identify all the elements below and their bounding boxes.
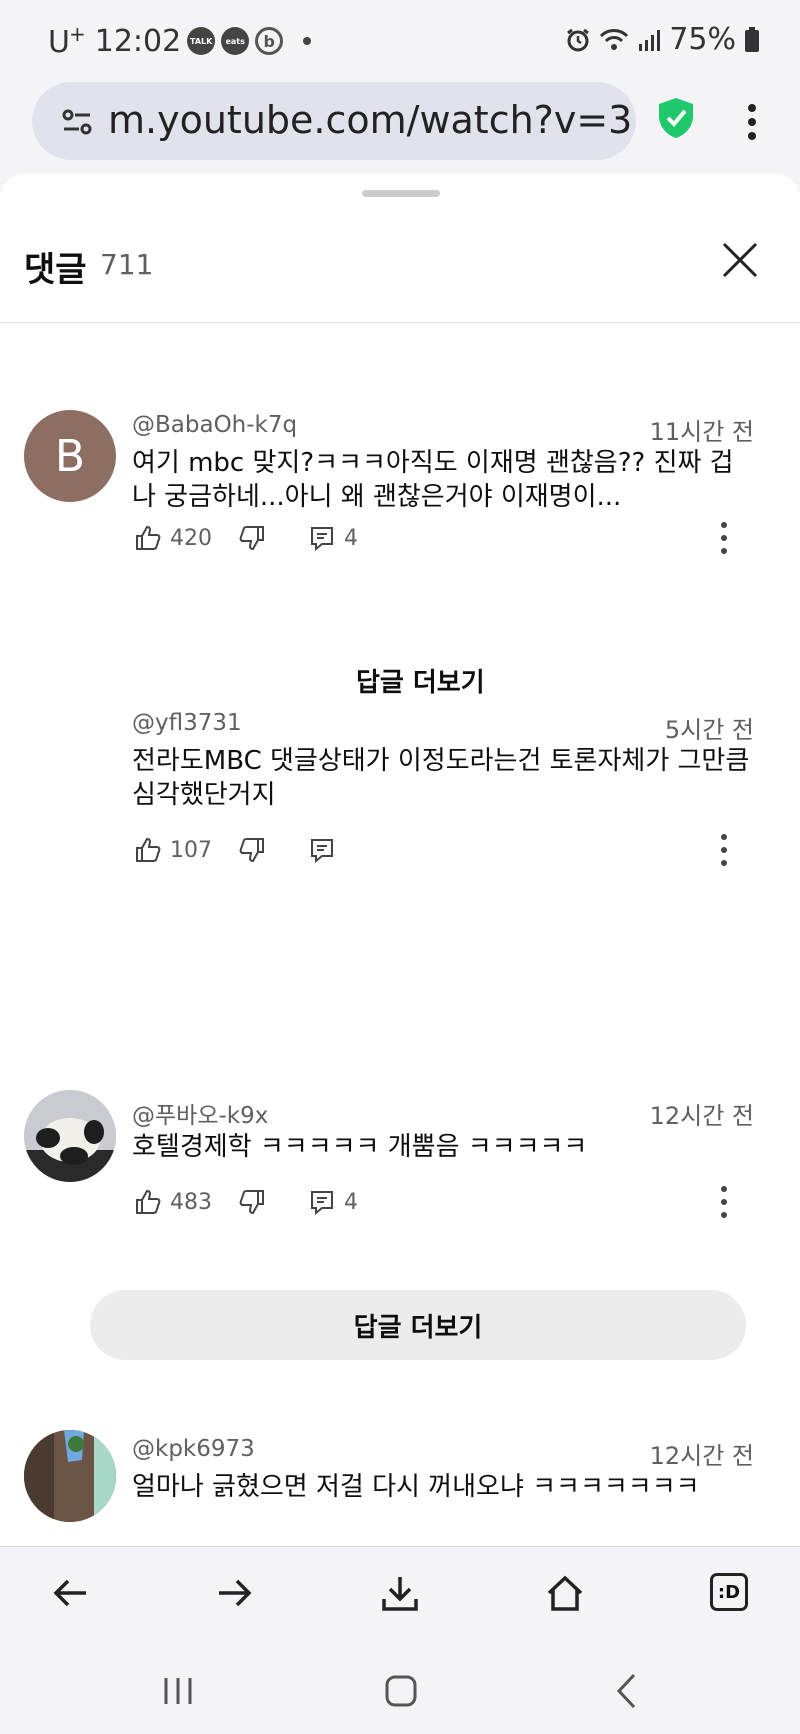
coupang-eats-notification-icon: eats <box>221 27 250 55</box>
back-icon[interactable] <box>50 1573 90 1613</box>
status-bar: U+ 12:02 TALK eats b 75% <box>0 0 800 80</box>
comment-actions: 420 4 <box>134 520 358 556</box>
browser-bottom-nav: :D <box>0 1546 800 1641</box>
more-replies-button[interactable]: 답글 더보기 <box>356 662 485 699</box>
comment-author[interactable]: @kpk6973 <box>132 1436 255 1462</box>
like-button[interactable]: 107 <box>134 836 212 864</box>
dislike-button[interactable] <box>238 836 266 864</box>
status-bar-right: 75% <box>565 22 760 57</box>
comment-text: 얼마나 긁혔으면 저걸 다시 꺼내오냐 ㅋㅋㅋㅋㅋㅋㅋ <box>132 1472 700 1502</box>
comment-actions: 107 <box>134 832 336 868</box>
comment-time[interactable]: 12시간 전 <box>650 1436 754 1471</box>
system-back-icon[interactable] <box>614 1672 638 1710</box>
comment-author[interactable]: @BabaOh-k7q <box>132 412 297 438</box>
comment-actions: 483 4 <box>134 1184 358 1220</box>
home-icon[interactable] <box>545 1573 585 1613</box>
thumbs-up-icon <box>136 837 161 862</box>
comment-time[interactable]: 11시간 전 <box>650 412 754 447</box>
forward-icon[interactable] <box>215 1573 255 1613</box>
comments-count: 711 <box>100 248 154 281</box>
reply-icon <box>311 1191 333 1216</box>
comments-title: 댓글 <box>24 250 87 290</box>
like-count: 483 <box>170 1189 212 1215</box>
comment-text: 전라도MBC 댓글상태가 이정도라는건 토론자체가 그만큼 심각했단거지 <box>132 746 750 810</box>
comment-menu-icon[interactable] <box>714 1184 734 1220</box>
thumbs-down-icon <box>239 838 264 863</box>
url-text[interactable]: m.youtube.com/watch?v=3W <box>108 98 636 142</box>
more-notifications-dot <box>303 37 312 45</box>
alarm-icon <box>567 28 590 51</box>
dislike-button[interactable] <box>238 1188 266 1216</box>
drag-handle[interactable] <box>362 190 440 197</box>
comment-menu-icon[interactable] <box>714 832 734 868</box>
dislike-button[interactable] <box>238 524 266 552</box>
comment-author[interactable]: @yfl3731 <box>132 710 242 736</box>
like-button[interactable]: 483 <box>134 1188 212 1216</box>
avatar[interactable] <box>24 1430 116 1522</box>
battery-icon <box>745 26 759 52</box>
like-button[interactable]: 420 <box>134 524 212 552</box>
panda-avatar-image <box>24 1090 116 1182</box>
avatar[interactable] <box>24 1090 116 1182</box>
thumbs-up-icon <box>136 525 161 550</box>
carrier-label: U+ <box>48 22 86 60</box>
comment-text: 호텔경제학 ㅋㅋㅋㅋㅋ 개뿜음 ㅋㅋㅋㅋㅋ <box>132 1132 588 1162</box>
kakaotalk-notification-icon: TALK <box>187 27 216 55</box>
comment-author[interactable]: @푸바오-k9x <box>132 1096 268 1130</box>
address-bar[interactable]: m.youtube.com/watch?v=3W <box>32 82 636 160</box>
system-nav-bar <box>0 1640 800 1734</box>
reply-icon <box>311 839 333 864</box>
signal-icon <box>639 29 661 51</box>
b-app-notification-icon: b <box>255 27 284 55</box>
system-home-icon[interactable] <box>384 1674 418 1708</box>
shield-icon[interactable] <box>656 96 696 140</box>
tabs-icon[interactable]: :D <box>710 1573 748 1611</box>
recent-apps-icon[interactable] <box>162 1676 194 1706</box>
thumbs-down-icon <box>239 526 264 551</box>
reply-count: 4 <box>344 525 358 551</box>
avatar[interactable]: B <box>24 410 116 502</box>
thumbs-up-icon <box>136 1189 161 1214</box>
reply-button[interactable]: 4 <box>308 1188 358 1216</box>
like-count: 107 <box>170 837 212 863</box>
reply-button[interactable]: 4 <box>308 524 358 552</box>
comment-time[interactable]: 12시간 전 <box>650 1096 754 1131</box>
comment-time[interactable]: 5시간 전 <box>665 710 754 745</box>
user-avatar-image <box>24 1430 116 1522</box>
comments-panel: 댓글 711 B @BabaOh-k7q 11시간 전 여기 mbc 맞지?ㅋㅋ… <box>0 174 800 1546</box>
thumbs-down-icon <box>239 1190 264 1215</box>
comment-text: 여기 mbc 맞지?ㅋㅋㅋ아직도 이재명 괜찮음?? 진짜 겁나 궁금하네...… <box>132 448 734 512</box>
browser-toolbar: m.youtube.com/watch?v=3W <box>0 80 800 176</box>
status-time: 12:02 <box>94 23 182 59</box>
comment-menu-icon[interactable] <box>714 520 734 556</box>
wifi-icon <box>600 28 629 50</box>
like-count: 420 <box>170 525 212 551</box>
reply-button[interactable] <box>308 836 336 864</box>
status-bar-left: U+ 12:02 TALK eats b <box>48 22 312 60</box>
more-replies-button[interactable]: 답글 더보기 <box>90 1290 746 1360</box>
site-settings-icon[interactable] <box>62 108 92 136</box>
battery-percent: 75% <box>669 22 736 57</box>
header-divider <box>0 322 800 323</box>
browser-menu-icon[interactable] <box>744 102 760 142</box>
reply-count: 4 <box>344 1189 358 1215</box>
reply-icon <box>311 527 333 552</box>
close-icon[interactable] <box>720 240 760 280</box>
download-icon[interactable] <box>380 1573 420 1613</box>
